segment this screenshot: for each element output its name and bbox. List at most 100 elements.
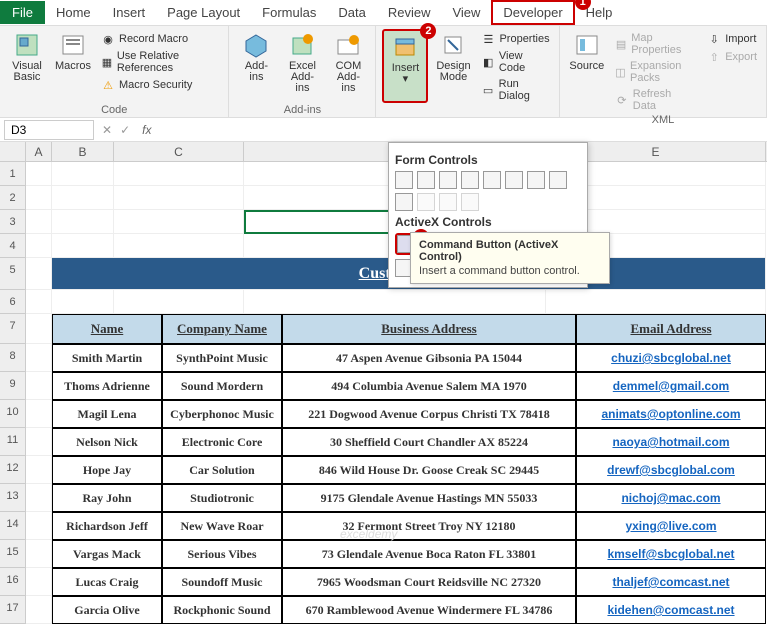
cell-address[interactable]: 670 Ramblewood Avenue Windermere FL 3478… bbox=[282, 596, 576, 624]
row-header[interactable]: 10 bbox=[0, 400, 26, 428]
record-macro-button[interactable]: ◉Record Macro bbox=[98, 31, 222, 47]
form-spin[interactable] bbox=[461, 171, 479, 189]
cell-address[interactable]: 30 Sheffield Court Chandler AX 85224 bbox=[282, 428, 576, 456]
home-tab[interactable]: Home bbox=[45, 1, 102, 24]
row-header[interactable]: 15 bbox=[0, 540, 26, 568]
cell[interactable] bbox=[26, 234, 52, 258]
macros-button[interactable]: Macros bbox=[52, 29, 94, 103]
cell[interactable] bbox=[52, 234, 114, 258]
cell-address[interactable]: 73 Glendale Avenue Boca Raton FL 33801 bbox=[282, 540, 576, 568]
file-tab[interactable]: File bbox=[0, 1, 45, 24]
cell[interactable] bbox=[52, 210, 114, 234]
cell-email[interactable]: yxing@live.com bbox=[576, 512, 766, 540]
cell-company[interactable]: Soundoff Music bbox=[162, 568, 282, 596]
select-all[interactable] bbox=[0, 142, 26, 161]
cell[interactable] bbox=[26, 456, 52, 484]
form-text[interactable] bbox=[417, 193, 435, 211]
cell-name[interactable]: Ray John bbox=[52, 484, 162, 512]
refresh-button[interactable]: ⟳Refresh Data bbox=[612, 87, 700, 113]
cell[interactable] bbox=[26, 314, 52, 344]
row-header[interactable]: 14 bbox=[0, 512, 26, 540]
row-header[interactable]: 12 bbox=[0, 456, 26, 484]
cell-company[interactable]: Electronic Core bbox=[162, 428, 282, 456]
visual-basic-button[interactable]: Visual Basic bbox=[6, 29, 48, 103]
cell[interactable] bbox=[26, 512, 52, 540]
cell-name[interactable]: Smith Martin bbox=[52, 344, 162, 372]
cell-address[interactable]: 7965 Woodsman Court Reidsville NC 27320 bbox=[282, 568, 576, 596]
fx-icon[interactable]: fx bbox=[142, 123, 154, 137]
cell[interactable] bbox=[52, 162, 114, 186]
header-address[interactable]: Business Address bbox=[282, 314, 576, 344]
export-button[interactable]: ⇧Export bbox=[704, 49, 760, 65]
row-header[interactable]: 9 bbox=[0, 372, 26, 400]
relative-refs-button[interactable]: ▦Use Relative References bbox=[98, 49, 222, 75]
cell[interactable] bbox=[26, 568, 52, 596]
cell[interactable] bbox=[26, 344, 52, 372]
cell-company[interactable]: Studiotronic bbox=[162, 484, 282, 512]
cell-email[interactable]: chuzi@sbcglobal.net bbox=[576, 344, 766, 372]
row-header[interactable]: 7 bbox=[0, 314, 26, 344]
viewcode-button[interactable]: ◧View Code bbox=[478, 49, 552, 75]
row-header[interactable]: 1 bbox=[0, 162, 26, 186]
properties-button[interactable]: ☰Properties bbox=[478, 31, 552, 47]
cell-name[interactable]: Thoms Adrienne bbox=[52, 372, 162, 400]
cell-email[interactable]: thaljef@comcast.net bbox=[576, 568, 766, 596]
row-header[interactable]: 17 bbox=[0, 596, 26, 624]
data-tab[interactable]: Data bbox=[327, 1, 376, 24]
form-dd[interactable] bbox=[461, 193, 479, 211]
header-company[interactable]: Company Name bbox=[162, 314, 282, 344]
cell-company[interactable]: SynthPoint Music bbox=[162, 344, 282, 372]
row-header[interactable]: 8 bbox=[0, 344, 26, 372]
cell-address[interactable]: 494 Columbia Avenue Salem MA 1970 bbox=[282, 372, 576, 400]
cell-email[interactable]: drewf@sbcglobal.com bbox=[576, 456, 766, 484]
row-header[interactable]: 2 bbox=[0, 186, 26, 210]
col-a[interactable]: A bbox=[26, 142, 52, 161]
addins-button[interactable]: Add- ins bbox=[235, 29, 277, 103]
form-button[interactable] bbox=[395, 171, 413, 189]
com-addins-button[interactable]: COM Add-ins bbox=[327, 29, 369, 103]
cell-company[interactable]: Sound Mordern bbox=[162, 372, 282, 400]
enter-icon[interactable]: ✓ bbox=[120, 123, 130, 137]
cell-company[interactable]: Rockphonic Sound bbox=[162, 596, 282, 624]
cell[interactable] bbox=[26, 484, 52, 512]
view-tab[interactable]: View bbox=[441, 1, 491, 24]
cell-name[interactable]: Hope Jay bbox=[52, 456, 162, 484]
cell[interactable] bbox=[26, 162, 52, 186]
form-scroll[interactable] bbox=[395, 193, 413, 211]
cell[interactable] bbox=[114, 162, 244, 186]
cell[interactable] bbox=[26, 540, 52, 568]
cell[interactable] bbox=[26, 372, 52, 400]
cell-company[interactable]: New Wave Roar bbox=[162, 512, 282, 540]
row-header[interactable]: 5 bbox=[0, 258, 26, 290]
cell-company[interactable]: Cyberphonoc Music bbox=[162, 400, 282, 428]
cell-address[interactable]: 32 Fermont Street Troy NY 12180 bbox=[282, 512, 576, 540]
cell[interactable] bbox=[26, 186, 52, 210]
map-button[interactable]: ▤Map Properties bbox=[612, 31, 700, 57]
row-header[interactable]: 16 bbox=[0, 568, 26, 596]
cell[interactable] bbox=[114, 210, 244, 234]
form-combo[interactable] bbox=[417, 171, 435, 189]
cancel-icon[interactable]: ✕ bbox=[102, 123, 112, 137]
form-label[interactable] bbox=[549, 171, 567, 189]
rundialog-button[interactable]: ▭Run Dialog bbox=[478, 77, 552, 103]
cell-email[interactable]: nichoj@mac.com bbox=[576, 484, 766, 512]
form-list[interactable] bbox=[483, 171, 501, 189]
cell-name[interactable]: Garcia Olive bbox=[52, 596, 162, 624]
cell-name[interactable]: Richardson Jeff bbox=[52, 512, 162, 540]
design-mode-button[interactable]: Design Mode bbox=[432, 29, 474, 103]
pagelayout-tab[interactable]: Page Layout bbox=[156, 1, 251, 24]
cell-name[interactable]: Nelson Nick bbox=[52, 428, 162, 456]
excel-addins-button[interactable]: Excel Add-ins bbox=[281, 29, 323, 103]
cell[interactable] bbox=[26, 596, 52, 624]
cell-address[interactable]: 846 Wild House Dr. Goose Creak SC 29445 bbox=[282, 456, 576, 484]
cell[interactable] bbox=[52, 290, 114, 314]
col-c[interactable]: C bbox=[114, 142, 244, 161]
row-header[interactable]: 13 bbox=[0, 484, 26, 512]
cell[interactable] bbox=[26, 210, 52, 234]
cell-address[interactable]: 9175 Glendale Avenue Hastings MN 55033 bbox=[282, 484, 576, 512]
cell-address[interactable]: 47 Aspen Avenue Gibsonia PA 15044 bbox=[282, 344, 576, 372]
name-box[interactable] bbox=[4, 120, 94, 140]
col-b[interactable]: B bbox=[52, 142, 114, 161]
cell-email[interactable]: kmself@sbcglobal.net bbox=[576, 540, 766, 568]
header-email[interactable]: Email Address bbox=[576, 314, 766, 344]
